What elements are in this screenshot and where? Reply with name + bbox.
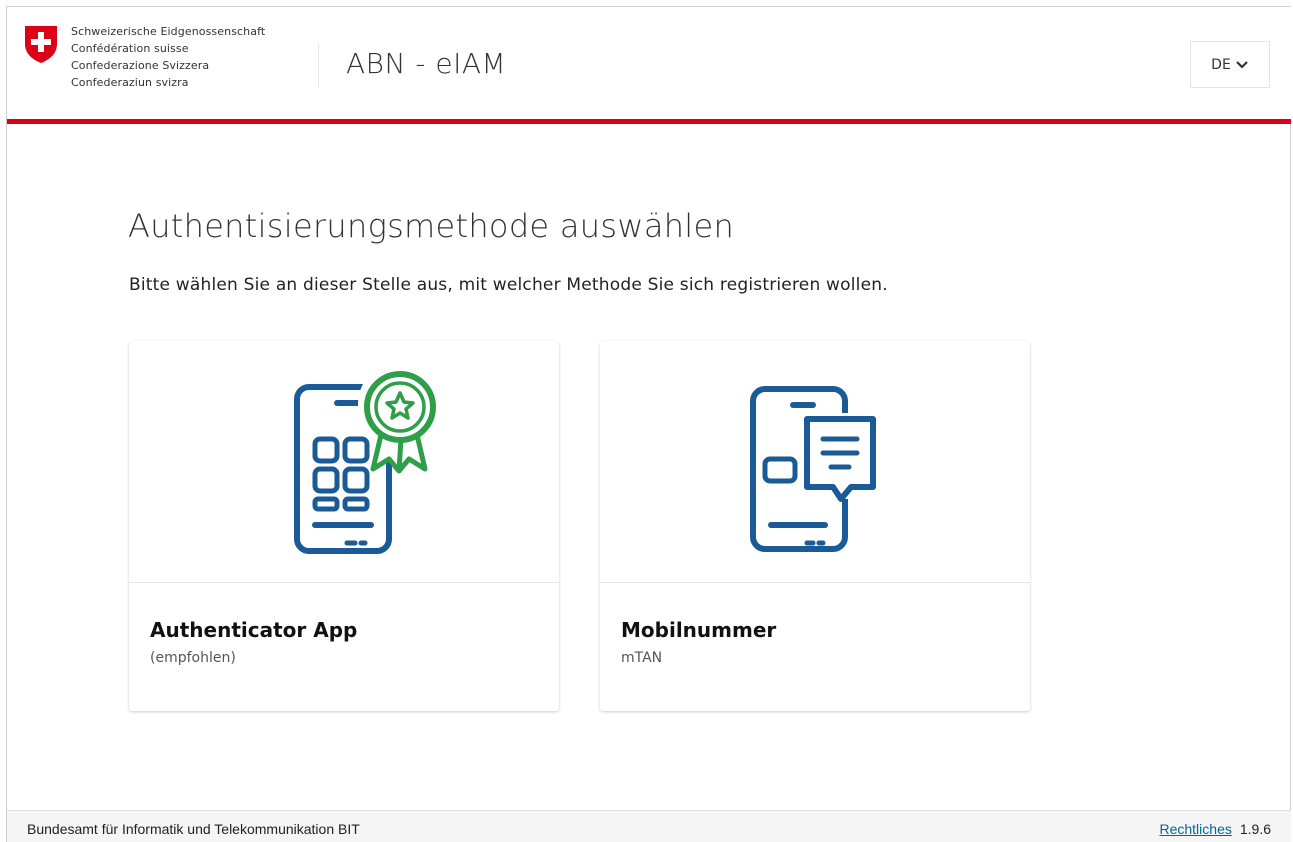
header-divider	[318, 44, 319, 88]
card-mobile-number[interactable]: Mobilnummer mTAN	[600, 341, 1030, 711]
card-subtitle: mTAN	[621, 650, 663, 666]
header-accent-line	[7, 119, 1291, 124]
chevron-down-icon	[1236, 60, 1248, 69]
card-icon-area	[600, 341, 1030, 582]
mobile-sms-icon	[750, 386, 879, 552]
federation-name: Schweizerische Eidgenossenschaft Confédé…	[71, 23, 265, 91]
version-label: 1.9.6	[1239, 821, 1271, 837]
federation-line-fr: Confédération suisse	[71, 42, 189, 55]
federation-line-it: Confederazione Svizzera	[71, 59, 210, 72]
legal-link[interactable]: Rechtliches	[1159, 821, 1231, 837]
card-authenticator-app[interactable]: Authenticator App (empfohlen)	[129, 341, 559, 711]
card-title: Authenticator App	[150, 618, 358, 642]
language-label: DE	[1211, 56, 1231, 73]
card-icon-area	[129, 341, 559, 582]
card-title: Mobilnummer	[621, 618, 777, 642]
app-title: ABN - eIAM	[346, 47, 507, 80]
footer-right: Rechtliches 1.9.6	[1159, 821, 1271, 837]
federation-line-rm: Confederaziun svizra	[71, 76, 189, 89]
card-divider	[129, 582, 559, 583]
card-subtitle: (empfohlen)	[150, 650, 236, 666]
page-subtitle: Bitte wählen Sie an dieser Stelle aus, m…	[129, 275, 888, 295]
card-divider	[600, 582, 1030, 583]
page-title: Authentisierungsmethode auswählen	[128, 207, 735, 245]
site-footer: Bundesamt für Informatik und Telekommuni…	[7, 810, 1291, 842]
footer-org: Bundesamt für Informatik und Telekommuni…	[27, 821, 360, 837]
authenticator-app-icon	[294, 365, 439, 554]
language-selector[interactable]: DE	[1190, 41, 1270, 88]
federation-line-de: Schweizerische Eidgenossenschaft	[71, 25, 266, 38]
swiss-cross-icon	[25, 26, 57, 63]
